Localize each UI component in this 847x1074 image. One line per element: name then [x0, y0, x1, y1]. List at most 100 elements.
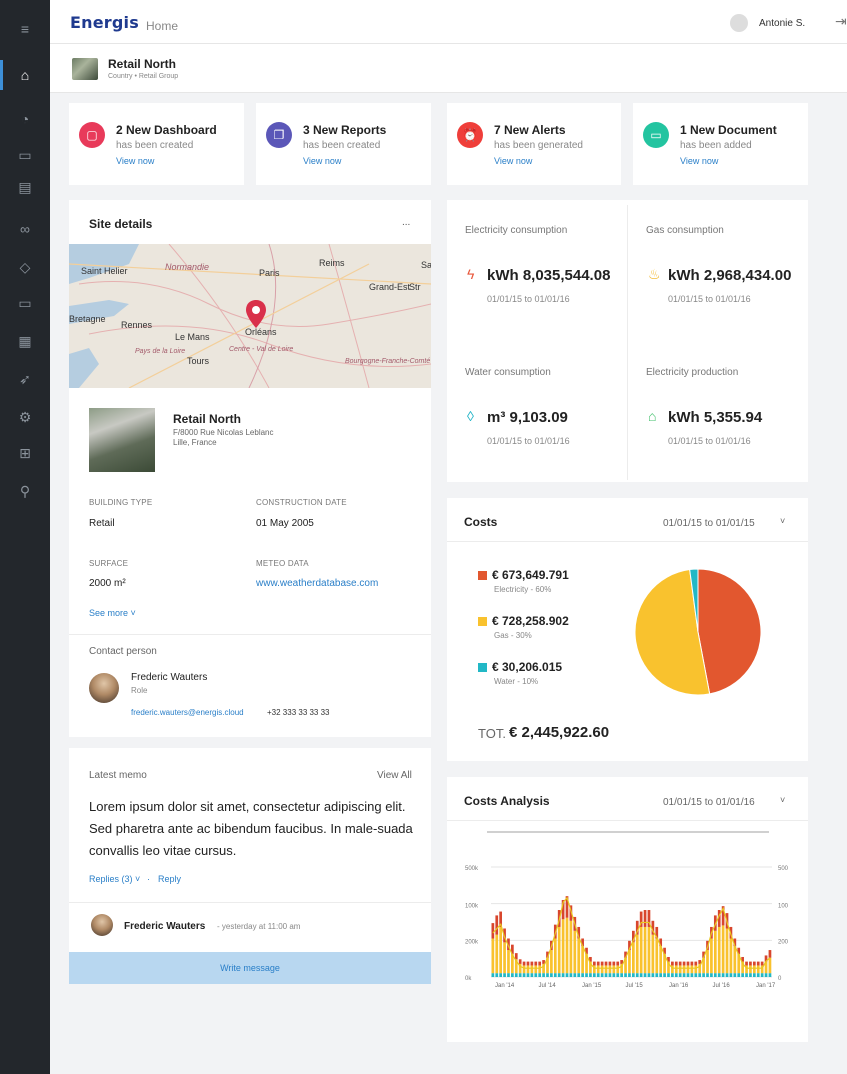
bar-segment[interactable] [499, 926, 503, 974]
bar-segment[interactable] [604, 965, 608, 974]
folder-open-icon[interactable]: ▭ [0, 288, 50, 318]
bar-segment[interactable] [639, 973, 643, 977]
bar-segment[interactable] [756, 973, 760, 977]
logout-icon[interactable]: ⇥ [835, 13, 847, 30]
bar-segment[interactable] [534, 961, 538, 966]
energis-logo[interactable]: Energis [70, 13, 139, 32]
bar-segment[interactable] [534, 965, 538, 974]
bar-segment[interactable] [721, 973, 725, 977]
bar-segment[interactable] [518, 973, 522, 977]
bar-segment[interactable] [721, 925, 725, 974]
bar-segment[interactable] [491, 923, 495, 939]
bar-segment[interactable] [495, 973, 499, 977]
bar-segment[interactable] [616, 961, 620, 966]
bar-segment[interactable] [592, 961, 596, 966]
view-now-link[interactable]: View now [494, 156, 532, 166]
bar-segment[interactable] [674, 965, 678, 974]
bar-segment[interactable] [678, 965, 682, 974]
bar-segment[interactable] [589, 973, 592, 977]
bar-segment[interactable] [612, 965, 616, 974]
bar-segment[interactable] [655, 973, 659, 977]
bar-segment[interactable] [530, 961, 534, 966]
bar-segment[interactable] [495, 934, 499, 974]
calculator-icon[interactable]: ▦ [0, 326, 50, 356]
bar-segment[interactable] [522, 973, 526, 977]
bar-segment[interactable] [526, 973, 530, 977]
bar-segment[interactable] [674, 961, 678, 966]
memo-view-all-link[interactable]: View All [377, 770, 412, 781]
bar-segment[interactable] [565, 973, 569, 977]
bar-segment[interactable] [514, 973, 518, 977]
settings-icon[interactable]: ⚙ [0, 402, 50, 432]
bar-segment[interactable] [760, 973, 764, 977]
bar-segment[interactable] [530, 973, 534, 977]
costs-pie-chart[interactable] [633, 567, 763, 697]
bar-segment[interactable] [678, 961, 682, 966]
gauge-icon[interactable]: ◔ [0, 104, 50, 134]
bar-segment[interactable] [538, 965, 542, 974]
bar-segment[interactable] [698, 973, 702, 977]
bar-segment[interactable] [596, 973, 600, 977]
bar-segment[interactable] [690, 965, 694, 974]
glasses-icon[interactable]: ∞ [0, 214, 50, 244]
bar-segment[interactable] [495, 915, 499, 935]
bar-segment[interactable] [663, 973, 666, 977]
bar-segment[interactable] [651, 973, 655, 977]
bar-segment[interactable] [760, 961, 764, 966]
bar-segment[interactable] [503, 942, 506, 974]
bar-segment[interactable] [608, 973, 612, 977]
bar-segment[interactable] [671, 973, 674, 977]
bar-segment[interactable] [503, 973, 506, 977]
bar-segment[interactable] [565, 917, 569, 974]
bar-segment[interactable] [553, 938, 557, 974]
bar-segment[interactable] [733, 946, 737, 974]
bar-segment[interactable] [745, 973, 748, 977]
bar-segment[interactable] [639, 926, 643, 974]
bar-segment[interactable] [546, 973, 549, 977]
bar-segment[interactable] [530, 965, 534, 974]
memo-replies-link[interactable]: Replies (3) ˅ [89, 874, 140, 884]
bar-segment[interactable] [608, 961, 612, 966]
bar-segment[interactable] [499, 973, 503, 977]
memo-reply-link[interactable]: Reply [158, 874, 181, 884]
bar-segment[interactable] [561, 973, 565, 977]
bar-segment[interactable] [752, 961, 756, 966]
view-now-link[interactable]: View now [303, 156, 341, 166]
bar-segment[interactable] [632, 973, 635, 977]
bar-segment[interactable] [491, 938, 495, 974]
bar-segment[interactable] [608, 965, 612, 974]
user-avatar[interactable] [730, 14, 748, 32]
bar-segment[interactable] [542, 973, 545, 977]
bar-segment[interactable] [577, 973, 581, 977]
bar-segment[interactable] [659, 946, 663, 974]
costs-date-range[interactable]: 01/01/15 to 01/01/15 [663, 518, 755, 529]
bar-segment[interactable] [674, 973, 678, 977]
more-options-icon[interactable]: ... [402, 217, 410, 228]
bar-segment[interactable] [729, 973, 733, 977]
bar-segment[interactable] [507, 973, 510, 977]
bar-segment[interactable] [686, 973, 690, 977]
bar-segment[interactable] [561, 919, 565, 974]
bar-segment[interactable] [624, 973, 627, 977]
bar-segment[interactable] [647, 973, 651, 977]
bar-segment[interactable] [628, 973, 631, 977]
bar-segment[interactable] [678, 973, 682, 977]
bar-segment[interactable] [491, 973, 495, 977]
bar-segment[interactable] [694, 961, 698, 966]
bar-segment[interactable] [671, 961, 674, 966]
bar-segment[interactable] [729, 938, 733, 974]
bar-segment[interactable] [632, 942, 635, 974]
bar-segment[interactable] [768, 950, 772, 958]
bar-segment[interactable] [686, 965, 690, 974]
meteo-data-link[interactable]: www.weatherdatabase.com [256, 578, 378, 589]
contact-email-link[interactable]: frederic.wauters@energis.cloud [131, 708, 244, 717]
bar-segment[interactable] [745, 961, 748, 966]
bar-segment[interactable] [538, 961, 542, 966]
notification-card[interactable]: ❐ 3 New Reports has been created View now [256, 103, 431, 185]
rocket-icon[interactable]: ➶ [0, 364, 50, 394]
bar-segment[interactable] [550, 973, 553, 977]
bar-segment[interactable] [710, 938, 713, 974]
bar-segment[interactable] [604, 961, 608, 966]
bar-segment[interactable] [749, 961, 752, 966]
bar-segment[interactable] [507, 950, 510, 974]
